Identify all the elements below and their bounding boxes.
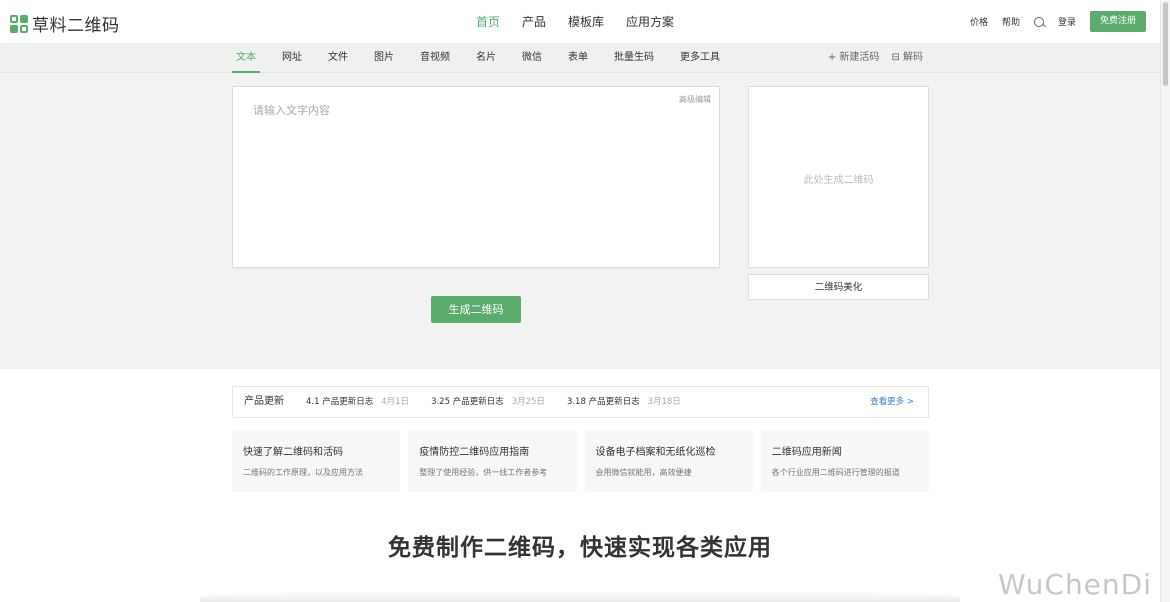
type-tabs-bar: 文本 网址 文件 图片 音视频 名片 微信 表单 批量生码 更多工具 + 新建活… xyxy=(0,44,1160,73)
update-item[interactable]: 4.1 产品更新日志 4月1日 xyxy=(306,387,409,417)
header-actions: 价格 帮助 登录 免费注册 xyxy=(970,11,1146,32)
nav-solutions[interactable]: 应用方案 xyxy=(626,0,674,44)
info-cards: 快速了解二维码和活码 二维码的工作原理，以及应用方法 疫情防控二维码应用指南 整… xyxy=(232,430,929,492)
card-desc: 各个行业应用二维码进行管理的报道 xyxy=(771,468,900,477)
logo[interactable]: 草料二维码 xyxy=(10,11,120,36)
tab-image[interactable]: 图片 xyxy=(370,44,398,73)
main-nav: 首页 产品 模板库 应用方案 xyxy=(476,0,696,44)
info-card[interactable]: 快速了解二维码和活码 二维码的工作原理，以及应用方法 xyxy=(232,430,401,492)
new-live-code-link[interactable]: + 新建活码 xyxy=(828,44,880,72)
help-link[interactable]: 帮助 xyxy=(1002,15,1020,28)
card-title: 设备电子档案和无纸化巡检 xyxy=(595,447,716,458)
update-item[interactable]: 3.25 产品更新日志 3月25日 xyxy=(431,387,545,417)
view-more-link[interactable]: 查看更多 > xyxy=(870,387,914,417)
qr-beautify-button[interactable]: 二维码美化 xyxy=(748,274,929,300)
page-scrollbar[interactable] xyxy=(1160,0,1170,602)
generate-qr-button[interactable]: 生成二维码 xyxy=(431,296,521,323)
logo-text: 草料二维码 xyxy=(32,16,120,36)
register-button[interactable]: 免费注册 xyxy=(1089,11,1146,32)
tab-url[interactable]: 网址 xyxy=(278,44,306,73)
nav-templates[interactable]: 模板库 xyxy=(568,0,604,44)
watermark: WuChenDi xyxy=(997,568,1152,601)
price-link[interactable]: 价格 xyxy=(970,15,988,28)
info-card[interactable]: 设备电子档案和无纸化巡检 会用微信就能用，高效便捷 xyxy=(584,430,753,492)
login-link[interactable]: 登录 xyxy=(1058,15,1076,28)
card-title: 快速了解二维码和活码 xyxy=(243,447,343,458)
tab-audio-video[interactable]: 音视频 xyxy=(416,44,454,73)
tab-form[interactable]: 表单 xyxy=(564,44,592,73)
top-header: 草料二维码 首页 产品 模板库 应用方案 价格 帮助 登录 免费注册 xyxy=(0,0,1160,44)
advanced-edit-link[interactable]: 高级编辑 xyxy=(679,94,711,105)
section-headline: 免费制作二维码，快速实现各类应用 xyxy=(388,535,772,561)
qr-preview-box: 此处生成二维码 xyxy=(748,86,929,268)
updates-label: 产品更新 xyxy=(244,396,284,407)
card-desc: 会用微信就能用，高效便捷 xyxy=(595,468,692,477)
nav-home[interactable]: 首页 xyxy=(476,0,500,44)
update-item[interactable]: 3.18 产品更新日志 3月18日 xyxy=(567,387,681,417)
tab-wechat[interactable]: 微信 xyxy=(518,44,546,73)
text-input-placeholder: 请输入文字内容 xyxy=(253,104,330,117)
tab-file[interactable]: 文件 xyxy=(324,44,352,73)
card-desc: 二维码的工作原理，以及应用方法 xyxy=(243,468,363,477)
tab-text[interactable]: 文本 xyxy=(232,44,260,73)
tab-business-card[interactable]: 名片 xyxy=(472,44,500,73)
card-title: 疫情防控二维码应用指南 xyxy=(419,447,530,458)
decode-link[interactable]: ⊟ 解码 xyxy=(891,44,923,72)
search-icon[interactable] xyxy=(1033,16,1044,27)
logo-mark-icon xyxy=(10,14,28,33)
card-title: 二维码应用新闻 xyxy=(771,447,842,458)
text-input[interactable]: 请输入文字内容 高级编辑 xyxy=(232,86,720,268)
bottom-section-edge xyxy=(200,590,960,602)
info-card[interactable]: 二维码应用新闻 各个行业应用二维码进行管理的报道 xyxy=(760,430,929,492)
tab-batch[interactable]: 批量生码 xyxy=(610,44,658,73)
scrollbar-thumb[interactable] xyxy=(1163,2,1168,86)
card-desc: 整理了使用经验，供一线工作者参考 xyxy=(419,468,548,477)
tab-more-tools[interactable]: 更多工具 xyxy=(676,44,724,73)
qr-preview-placeholder: 此处生成二维码 xyxy=(803,175,874,186)
product-updates-bar: 产品更新 4.1 产品更新日志 4月1日 3.25 产品更新日志 3月25日 3.1… xyxy=(232,386,929,418)
nav-products[interactable]: 产品 xyxy=(522,0,546,44)
info-card[interactable]: 疫情防控二维码应用指南 整理了使用经验，供一线工作者参考 xyxy=(408,430,577,492)
